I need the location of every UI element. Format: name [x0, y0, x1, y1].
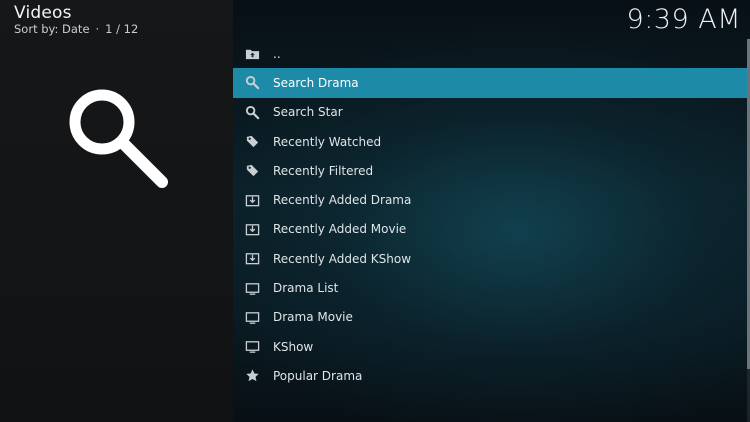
list-item-label: ..: [273, 46, 281, 61]
list-item-label: Recently Filtered: [273, 163, 374, 178]
parent-folder-icon: [243, 45, 261, 63]
clock: 9:39 AM: [626, 4, 741, 35]
tv-icon: [243, 308, 261, 326]
list-item-label: Popular Drama: [273, 368, 363, 383]
sort-label[interactable]: Sort by: Date: [14, 22, 90, 36]
sort-info: Sort by: Date · 1 / 12: [14, 22, 138, 36]
separator: ·: [95, 22, 100, 36]
list-item[interactable]: Recently Added Movie: [233, 215, 747, 244]
list-item-label: Recently Watched: [273, 134, 382, 149]
download-icon: [243, 191, 261, 209]
list-item-label: Search Star: [273, 105, 343, 120]
tv-icon: [243, 338, 261, 356]
preview-panel: [0, 0, 233, 422]
tag-icon: [243, 133, 261, 151]
tag-icon: [243, 162, 261, 180]
list-item[interactable]: Recently Filtered: [233, 156, 747, 185]
list-item[interactable]: Drama Movie: [233, 303, 747, 332]
star-icon: [243, 367, 261, 385]
list-item[interactable]: Recently Added KShow: [233, 244, 747, 273]
search-icon: [243, 74, 261, 92]
list-item[interactable]: Search Star: [233, 98, 747, 127]
page-title: Videos: [14, 3, 72, 23]
list-item[interactable]: Search Drama: [233, 68, 747, 98]
list-item[interactable]: Recently Added Drama: [233, 185, 747, 214]
list-item[interactable]: KShow: [233, 332, 747, 361]
download-icon: [243, 250, 261, 268]
download-icon: [243, 220, 261, 238]
list-item-label: Recently Added KShow: [273, 251, 412, 266]
list-item-label: Search Drama: [273, 75, 359, 90]
tv-icon: [243, 279, 261, 297]
menu-list: .. Search Drama Search Star Recently Watche…: [233, 39, 747, 391]
list-item-label: Recently Added Movie: [273, 222, 407, 237]
list-item[interactable]: Recently Watched: [233, 127, 747, 156]
list-item[interactable]: Popular Drama: [233, 361, 747, 390]
item-position: 1 / 12: [105, 22, 139, 36]
list-item-label: KShow: [273, 339, 314, 354]
search-icon: [69, 89, 168, 188]
list-item-label: Drama Movie: [273, 310, 353, 325]
search-icon: [243, 103, 261, 121]
list-item[interactable]: Drama List: [233, 273, 747, 302]
list-item-label: Drama List: [273, 281, 339, 296]
list-item-label: Recently Added Drama: [273, 193, 412, 208]
list-item[interactable]: ..: [233, 39, 747, 68]
